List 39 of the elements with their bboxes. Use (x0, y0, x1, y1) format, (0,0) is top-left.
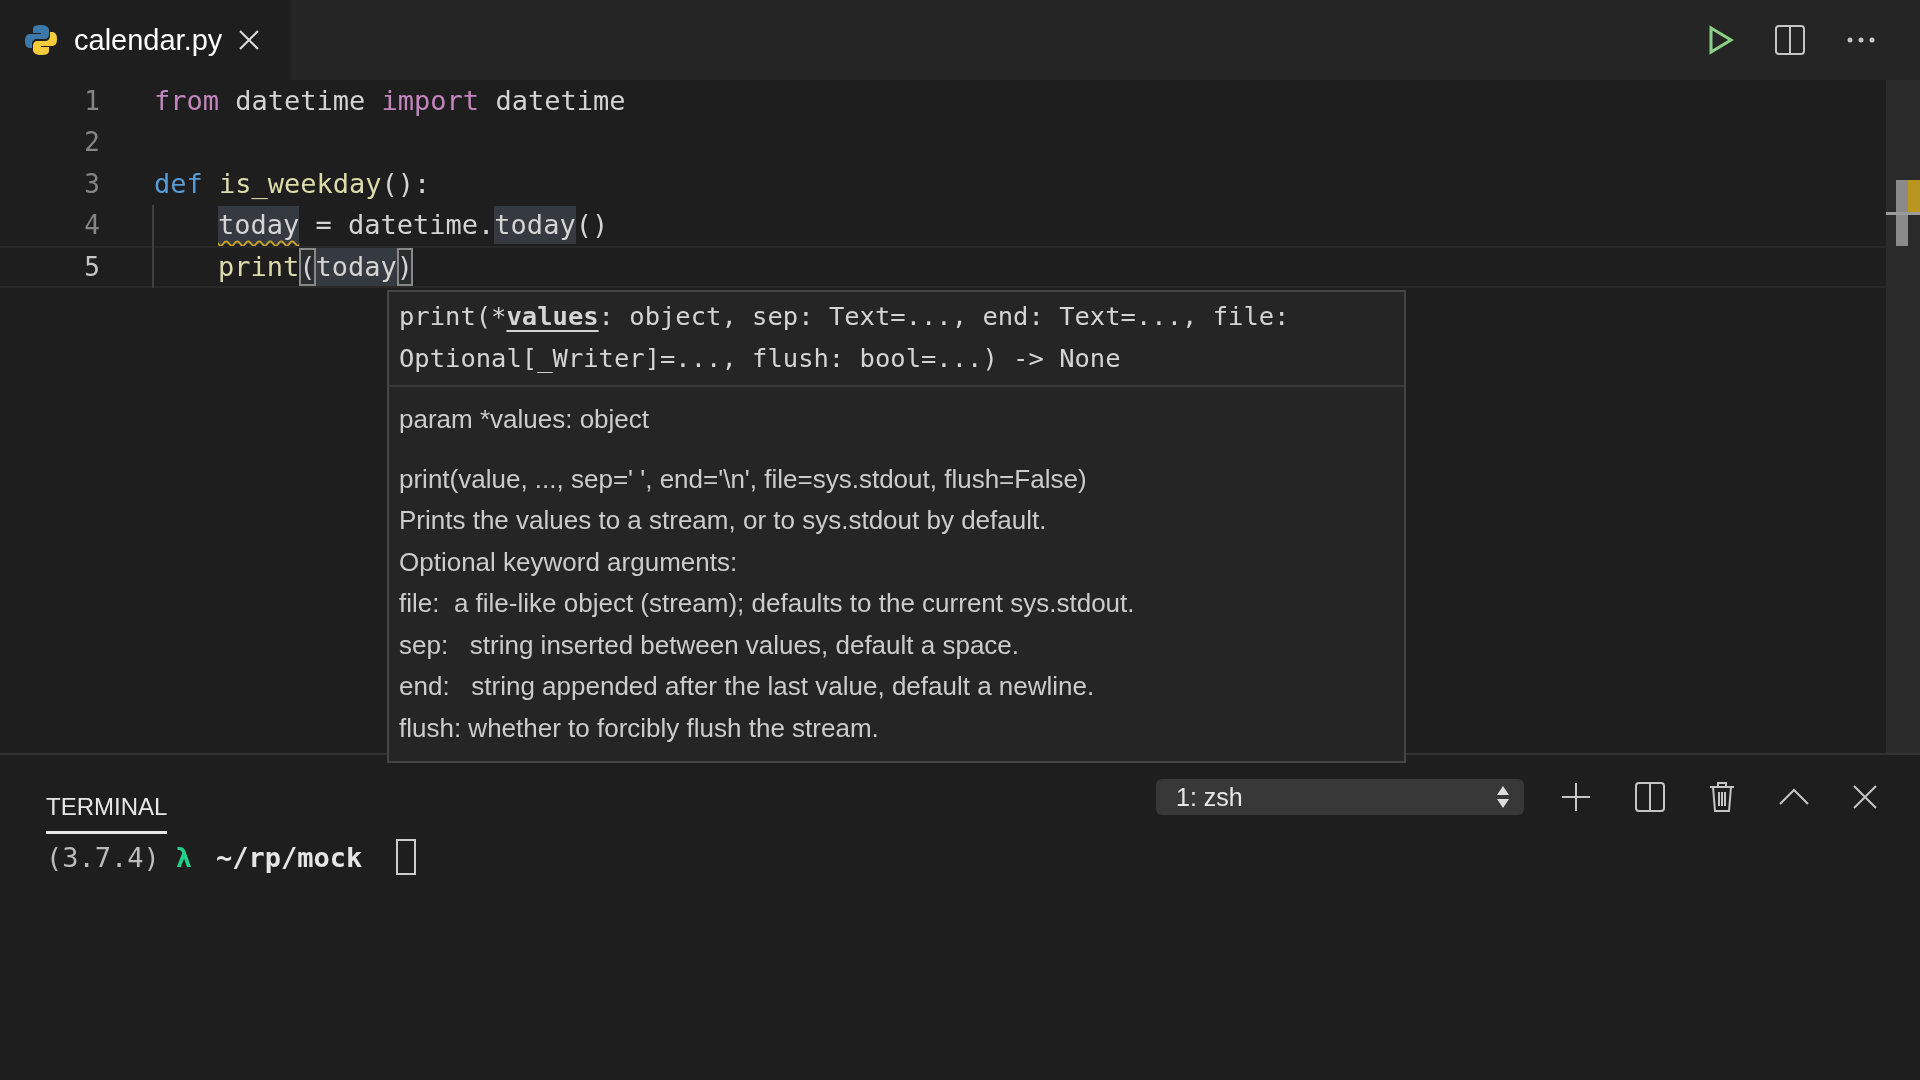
signature-text: print(*values: object, sep: Text=..., end: Text=..., file: Optional[_Writer]=..., flush: bool=...) -> None (389, 292, 1404, 387)
code-line: print(today) (152, 246, 414, 288)
split-terminal-icon[interactable] (1634, 781, 1666, 813)
code-line: from datetime import datetime (153, 83, 626, 118)
close-icon[interactable] (1852, 784, 1878, 810)
python-logo-icon (24, 23, 58, 57)
close-icon[interactable] (238, 29, 261, 51)
line-number: 2 (83, 127, 101, 158)
terminal-cursor (396, 839, 417, 875)
doc-text: Optional keyword arguments: (399, 545, 739, 579)
doc-text: file: a file-like object (stream); defaults to the current sys.stdout. (399, 587, 1136, 620)
doc-text: flush: whether to forcibly flush the stream. (399, 711, 880, 745)
python-version: (3.7.4) (46, 841, 160, 873)
prompt-symbol: λ (175, 841, 193, 873)
doc-text: Prints the values to a stream, or to sys.stdout by default. (399, 504, 1048, 537)
overview-ruler-drawing (1886, 180, 1920, 246)
tab-label: calendar.py (74, 23, 223, 57)
trash-icon[interactable] (1708, 781, 1736, 813)
doc-text: end: string appended after the last value, default a newline. (399, 670, 1096, 703)
file-tab[interactable]: calendar.py (0, 0, 291, 80)
line-number: 5 (83, 251, 101, 282)
split-editor-button[interactable] (1774, 24, 1806, 56)
more-actions-button[interactable] (1846, 36, 1876, 44)
plus-icon[interactable] (1560, 781, 1592, 813)
chevron-up-icon[interactable] (1778, 787, 1810, 807)
scrollbar[interactable] (1886, 80, 1920, 753)
line-number: 1 (83, 85, 101, 116)
run-button[interactable] (1708, 25, 1734, 55)
code-line: today = datetime.today() (152, 204, 609, 246)
current-path: ~/rp/mock (216, 841, 363, 873)
updown-icon (1496, 785, 1510, 809)
doc-text: print(value, ..., sep=' ', end='\n', file=sys.stdout, flush=False) (399, 462, 1088, 496)
line-number: 3 (83, 168, 101, 199)
terminal-select[interactable]: 1: zsh (1156, 779, 1524, 815)
code-line: def is_weekday(): (153, 166, 431, 201)
panel-tab[interactable]: TERMINAL (46, 778, 168, 834)
doc-text: param *values: object (399, 403, 651, 436)
doc-text: sep: string inserted between values, default a space. (399, 628, 1021, 662)
line-number: 4 (83, 210, 101, 241)
